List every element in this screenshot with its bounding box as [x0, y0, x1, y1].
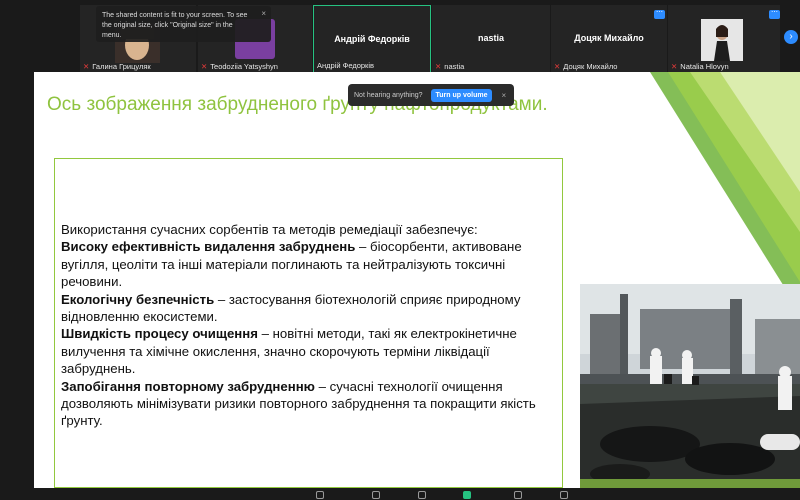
turn-up-volume-button[interactable]: Turn up volume — [430, 88, 493, 102]
participant-tile-active-speaker[interactable]: Андрій Федорків Андрій Федорків — [313, 5, 431, 73]
reactions-icon[interactable] — [560, 491, 568, 499]
list-item: Екологічну безпечність – застосування бі… — [61, 291, 521, 325]
record-icon[interactable] — [514, 491, 522, 499]
audio-notice: Not hearing anything? Turn up volume × — [348, 84, 514, 106]
shared-screen-slide: Ось зображення забрудненого ґрунту нафто… — [34, 72, 800, 488]
meeting-toolbar — [0, 488, 800, 500]
participant-name: Андрій Федорків — [334, 34, 410, 44]
mic-off-icon: ✕ — [435, 62, 442, 71]
next-page-arrow[interactable]: › — [784, 30, 798, 44]
participant-label: ✕ Teodoziia Yatsyshyn — [201, 62, 278, 71]
chat-icon[interactable] — [372, 491, 380, 499]
participant-name: Доцяк Михайло — [574, 33, 644, 43]
list-item: Запобігання повторному забрудненню – суч… — [61, 378, 536, 429]
zoom-meeting-window: ✕ Галина Грицуляк ✕ Teodoziia Yatsyshyn Ан… — [0, 0, 800, 500]
slide-text-box: Використання сучасних сорбентів та метод… — [54, 158, 563, 488]
list-item: Швидкість процесу очищення – новітні мет… — [61, 326, 517, 377]
participant-name: nastia — [477, 33, 504, 43]
mic-off-icon: ✕ — [671, 62, 678, 71]
participants-icon[interactable] — [316, 491, 324, 499]
participant-label: ✕ Natalia Hlovyn — [671, 62, 729, 71]
intro-text: Використання сучасних сорбентів та метод… — [61, 222, 478, 237]
participant-label: ✕ Галина Грицуляк — [83, 62, 151, 71]
participant-tile[interactable]: nastia ✕ nastia — [432, 5, 550, 73]
more-options-button[interactable]: ⋯ — [769, 9, 780, 19]
share-screen-icon[interactable] — [418, 491, 426, 499]
mic-off-icon: ✕ — [554, 62, 561, 71]
fit-to-screen-tooltip: The shared content is fit to your screen… — [96, 6, 271, 42]
participant-tile[interactable]: ⋯ Доцяк Михайло ✕ Доцяк Михайло — [551, 5, 667, 73]
participant-label: ✕ nastia — [435, 62, 465, 71]
participant-label: ✕ Доцяк Михайло — [554, 62, 618, 71]
contaminated-soil-photo — [580, 284, 800, 488]
close-icon[interactable]: × — [501, 91, 506, 100]
notice-text: Not hearing anything? — [354, 91, 423, 99]
mic-off-icon: ✕ — [83, 62, 90, 71]
mic-off-icon: ✕ — [201, 62, 208, 71]
participant-video-icon — [701, 19, 743, 61]
participant-tile[interactable]: ✕ Natalia Hlovyn ⋯ — [668, 5, 780, 73]
more-options-button[interactable]: ⋯ — [654, 9, 665, 19]
list-item: Високу ефективність видалення забруднень… — [61, 239, 522, 290]
participant-label: Андрій Федорків — [317, 61, 374, 70]
share-screen-icon[interactable] — [463, 491, 471, 499]
close-icon[interactable]: × — [261, 9, 266, 19]
